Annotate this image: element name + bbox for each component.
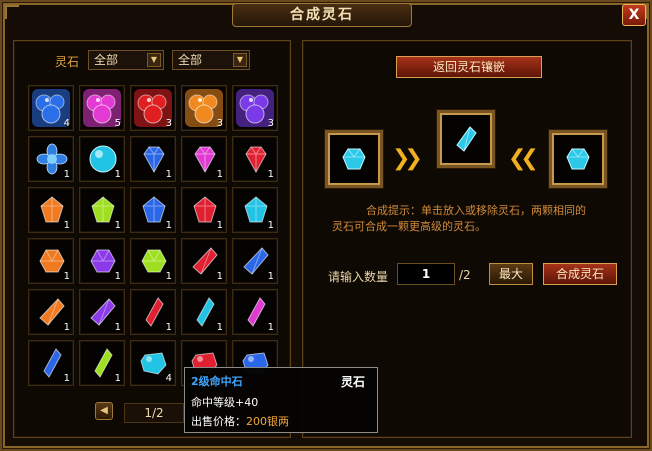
gem-count: 1 — [114, 373, 121, 384]
chevron-down-icon: ▼ — [147, 53, 161, 67]
gem-slot[interactable]: 3 — [130, 85, 176, 131]
gem-slot[interactable]: 1 — [28, 238, 74, 284]
gem-slot[interactable]: 1 — [79, 289, 125, 335]
prev-page-button[interactable]: ◀ — [95, 402, 113, 420]
tooltip-item-type: 灵石 — [340, 375, 365, 389]
gem-count: 3 — [216, 118, 223, 129]
gem-slot[interactable]: 1 — [28, 289, 74, 335]
gem-slot[interactable]: 1 — [130, 136, 176, 182]
gem-count: 4 — [165, 373, 172, 384]
gem-slot[interactable]: 1 — [130, 289, 176, 335]
cyan-gem-icon — [342, 148, 366, 170]
tooltip-attribute: 命中等级+40 — [191, 396, 259, 409]
gem-slot[interactable]: 1 — [79, 340, 125, 386]
gem-count: 3 — [267, 118, 274, 129]
gem-count: 1 — [165, 322, 172, 333]
gem-count: 1 — [216, 169, 223, 180]
gem-slot[interactable]: 1 — [28, 136, 74, 182]
gem-count: 1 — [114, 220, 121, 231]
max-button[interactable]: 最大 — [489, 263, 533, 285]
gem-count: 1 — [165, 220, 172, 231]
chevron-down-icon: ▼ — [233, 53, 247, 67]
return-inlay-button[interactable]: 返回灵石镶嵌 — [396, 56, 542, 78]
level-dropdown[interactable]: 全部 ▼ — [172, 50, 250, 70]
quantity-label: 请输入数量 — [328, 270, 389, 284]
gem-slot[interactable]: 1 — [181, 238, 227, 284]
gem-count: 1 — [267, 322, 274, 333]
gem-count: 1 — [63, 169, 70, 180]
gem-slot[interactable]: 1 — [130, 238, 176, 284]
cyan-crystal-icon — [456, 126, 477, 152]
gem-slot[interactable]: 3 — [232, 85, 278, 131]
close-button[interactable]: X — [622, 4, 646, 26]
gem-slot[interactable]: 1 — [28, 187, 74, 233]
window-title: 合成灵石 — [232, 3, 412, 27]
gem-slot[interactable]: 1 — [232, 136, 278, 182]
gem-slot[interactable]: 1 — [130, 187, 176, 233]
gem-count: 1 — [63, 373, 70, 384]
gem-grid: 4 5 3 3 3 1 1 1 1 1 1 1 1 1 1 1 1 1 1 1 1 1 1 1 1 1 1 4 — [28, 85, 278, 386]
item-tooltip: 2级命中石 灵石 命中等级+40 出售价格：200银两 — [184, 367, 378, 433]
gem-count: 1 — [216, 271, 223, 282]
gem-slot[interactable]: 1 — [181, 289, 227, 335]
category-dropdown-value: 全部 — [94, 53, 119, 67]
quantity-input[interactable]: 1 — [397, 263, 455, 285]
arrow-left-icon: ❮❮ — [508, 146, 539, 171]
corner-ornament — [5, 5, 19, 19]
gem-count: 4 — [63, 118, 70, 129]
arrow-right-icon: ❯❯ — [392, 146, 423, 171]
gem-count: 1 — [267, 271, 274, 282]
cyan-gem-icon — [566, 148, 590, 170]
gem-count: 1 — [267, 169, 274, 180]
gem-slot[interactable]: 4 — [130, 340, 176, 386]
gem-slot[interactable]: 1 — [232, 289, 278, 335]
gem-count: 1 — [216, 220, 223, 231]
page-indicator: 1/2 — [124, 403, 184, 423]
gem-slot[interactable]: 1 — [181, 187, 227, 233]
category-dropdown[interactable]: 全部 ▼ — [88, 50, 164, 70]
hint-line-1: 合成提示：单击放入或移除灵石，两颗相同的 — [366, 204, 586, 217]
level-dropdown-value: 全部 — [178, 53, 203, 67]
gem-slot[interactable]: 1 — [181, 136, 227, 182]
input-slot-left[interactable] — [325, 130, 383, 188]
gem-count: 1 — [114, 271, 121, 282]
gem-count: 1 — [63, 322, 70, 333]
gem-slot[interactable]: 1 — [79, 238, 125, 284]
hint-line-2: 灵石可合成一颗更高级的灵石。 — [332, 220, 486, 233]
gem-slot[interactable]: 1 — [232, 187, 278, 233]
gem-slot[interactable]: 3 — [181, 85, 227, 131]
filter-label: 灵石 — [55, 55, 80, 69]
gem-count: 1 — [63, 220, 70, 231]
gem-slot[interactable]: 4 — [28, 85, 74, 131]
combine-button[interactable]: 合成灵石 — [543, 263, 617, 285]
gem-count: 3 — [165, 118, 172, 129]
gem-count: 1 — [63, 271, 70, 282]
tooltip-item-name: 2级命中石 — [191, 375, 243, 388]
gem-slot[interactable]: 1 — [79, 136, 125, 182]
gem-count: 1 — [165, 271, 172, 282]
gem-count: 1 — [114, 169, 121, 180]
input-slot-right[interactable] — [549, 130, 607, 188]
gem-slot[interactable]: 1 — [28, 340, 74, 386]
gem-count: 1 — [114, 322, 121, 333]
gem-count: 5 — [114, 118, 121, 129]
result-slot[interactable] — [437, 110, 495, 168]
gem-count: 1 — [165, 169, 172, 180]
tooltip-price: 出售价格：200银两 — [191, 413, 289, 429]
gem-count: 1 — [267, 220, 274, 231]
gem-slot[interactable]: 1 — [79, 187, 125, 233]
tooltip-price-value: 200银两 — [246, 415, 289, 428]
gem-slot[interactable]: 1 — [232, 238, 278, 284]
quantity-total: /2 — [459, 268, 471, 282]
tooltip-price-label: 出售价格： — [191, 415, 246, 428]
synthesis-hint: 合成提示：单击放入或移除灵石，两颗相同的 灵石可合成一颗更高级的灵石。 — [332, 203, 612, 235]
gem-slot[interactable]: 5 — [79, 85, 125, 131]
gem-count: 1 — [216, 322, 223, 333]
